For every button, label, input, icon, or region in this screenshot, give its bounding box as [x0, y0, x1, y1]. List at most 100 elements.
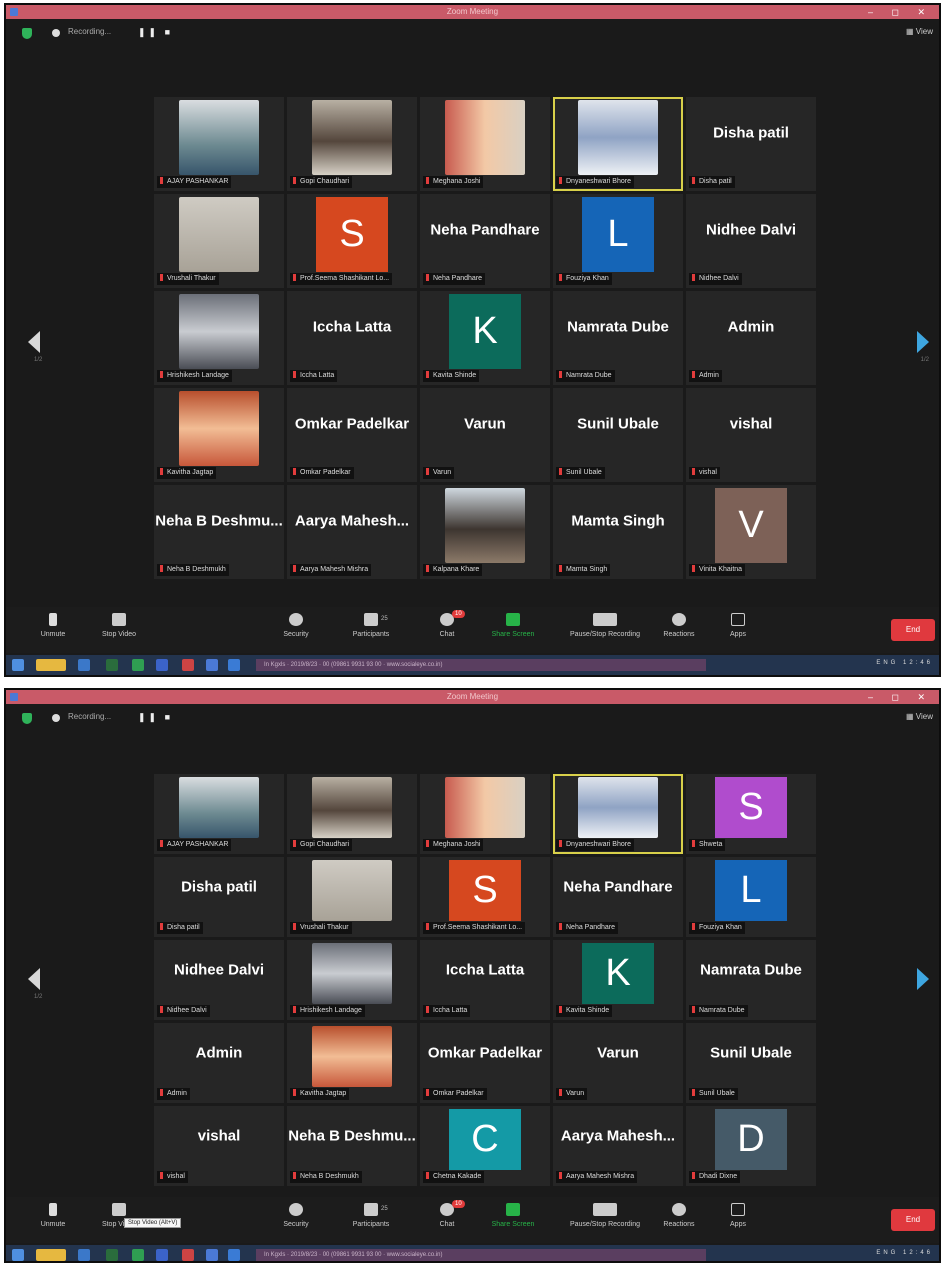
end-meeting-button[interactable]: End — [891, 619, 935, 641]
participant-tile[interactable]: Gopi Chaudhari — [287, 774, 417, 854]
participant-tile[interactable]: S Shweta — [686, 774, 816, 854]
participant-tile[interactable]: Neha Pandhare Neha Pandhare — [420, 194, 550, 288]
window-controls[interactable]: – ◻ ✕ — [868, 5, 933, 19]
participant-tile[interactable]: Nidhee Dalvi Nidhee Dalvi — [154, 940, 284, 1020]
next-page-arrow-icon[interactable] — [917, 968, 929, 990]
file-explorer-icon[interactable] — [36, 1249, 66, 1261]
participant-tile[interactable]: K Kavita Shinde — [553, 940, 683, 1020]
browser-icon[interactable] — [78, 1249, 90, 1261]
shield-icon[interactable] — [22, 713, 32, 724]
participant-tile[interactable]: C Chetna Kakade — [420, 1106, 550, 1186]
window-controls[interactable]: – ◻ ✕ — [868, 690, 933, 704]
participant-tile[interactable]: Varun Varun — [420, 388, 550, 482]
participant-tile[interactable]: Admin Admin — [154, 1023, 284, 1103]
share-screen-button[interactable]: Share Screen — [478, 613, 548, 638]
excel-icon[interactable] — [132, 659, 144, 671]
participant-tile[interactable]: Hrishikesh Landage — [287, 940, 417, 1020]
zoom-taskbar-icon[interactable] — [206, 659, 218, 671]
stop-video-button[interactable]: Stop Video — [84, 613, 154, 638]
participant-tile[interactable]: Kavitha Jagtap — [287, 1023, 417, 1103]
participant-tile[interactable]: Namrata Dube Namrata Dube — [686, 940, 816, 1020]
taskbar-window-title[interactable]: In Kgxls · 2019/8/23 · 00 (09861 9931 93… — [256, 659, 706, 671]
file-explorer-icon[interactable] — [36, 659, 66, 671]
participant-tile[interactable]: D Dhadi Dixne — [686, 1106, 816, 1186]
participant-tile[interactable]: Sunil Ubale Sunil Ubale — [686, 1023, 816, 1103]
system-tray-clock[interactable]: ENG 12:46 — [876, 1250, 933, 1256]
end-meeting-button[interactable]: End — [891, 1209, 935, 1231]
taskbar-window-title[interactable]: In Kgxls · 2019/8/23 · 00 (09861 9931 93… — [256, 1249, 706, 1261]
participant-tile[interactable]: Mamta Singh Mamta Singh — [553, 485, 683, 579]
app-icon[interactable] — [106, 659, 118, 671]
unmute-button[interactable]: Unmute — [18, 613, 88, 638]
participant-tile[interactable]: Vrushali Thakur — [154, 194, 284, 288]
participant-tile[interactable]: AJAY PASHANKAR — [154, 774, 284, 854]
word-doc-icon[interactable] — [228, 1249, 240, 1261]
participants-button[interactable]: 25 Participants — [336, 1203, 406, 1228]
participant-tile[interactable]: K Kavita Shinde — [420, 291, 550, 385]
word-doc-icon[interactable] — [228, 659, 240, 671]
excel-icon[interactable] — [132, 1249, 144, 1261]
chat-button[interactable]: 10 Chat — [412, 1200, 482, 1228]
participant-tile[interactable]: L Fouziya Khan — [553, 194, 683, 288]
participant-tile[interactable]: S Prof.Seema Shashikant Lo... — [287, 194, 417, 288]
app-icon[interactable] — [106, 1249, 118, 1261]
view-button[interactable]: ▦ View — [906, 27, 933, 36]
word-icon[interactable] — [156, 659, 168, 671]
previous-page-arrow-icon[interactable] — [28, 968, 40, 990]
participant-tile[interactable]: Omkar Padelkar Omkar Padelkar — [420, 1023, 550, 1103]
participant-tile[interactable]: Dnyaneshwari Bhore — [553, 97, 683, 191]
participant-tile[interactable]: Nidhee Dalvi Nidhee Dalvi — [686, 194, 816, 288]
participant-tile[interactable]: Varun Varun — [553, 1023, 683, 1103]
participant-tile[interactable]: vishal vishal — [154, 1106, 284, 1186]
apps-button[interactable]: Apps — [703, 1203, 773, 1228]
pause-stop-recording-button[interactable]: Pause/Stop Recording — [562, 613, 648, 638]
share-screen-button[interactable]: Share Screen — [478, 1203, 548, 1228]
powerpoint-icon[interactable] — [182, 1249, 194, 1261]
participant-tile[interactable]: Vrushali Thakur — [287, 857, 417, 937]
participant-tile[interactable]: L Fouziya Khan — [686, 857, 816, 937]
view-button[interactable]: ▦ View — [906, 712, 933, 721]
participants-button[interactable]: 25 Participants — [336, 613, 406, 638]
powerpoint-icon[interactable] — [182, 659, 194, 671]
chat-button[interactable]: 10 Chat — [412, 610, 482, 638]
browser-icon[interactable] — [78, 659, 90, 671]
participant-tile[interactable]: Meghana Joshi — [420, 774, 550, 854]
participant-tile[interactable]: vishal vishal — [686, 388, 816, 482]
next-page-arrow-icon[interactable] — [917, 331, 929, 353]
participant-tile[interactable]: Iccha Latta Iccha Latta — [420, 940, 550, 1020]
participant-tile[interactable]: Hrishikesh Landage — [154, 291, 284, 385]
participant-tile[interactable]: Disha patil Disha patil — [154, 857, 284, 937]
security-button[interactable]: Security — [261, 613, 331, 638]
shield-icon[interactable] — [22, 28, 32, 39]
recording-controls[interactable]: ❚❚ ■ — [138, 712, 173, 723]
participant-tile[interactable]: Dnyaneshwari Bhore — [553, 774, 683, 854]
participant-tile[interactable]: Iccha Latta Iccha Latta — [287, 291, 417, 385]
participant-tile[interactable]: Kavitha Jagtap — [154, 388, 284, 482]
unmute-button[interactable]: Unmute — [18, 1203, 88, 1228]
pause-stop-recording-button[interactable]: Pause/Stop Recording — [562, 1203, 648, 1228]
zoom-taskbar-icon[interactable] — [206, 1249, 218, 1261]
participant-tile[interactable]: Namrata Dube Namrata Dube — [553, 291, 683, 385]
apps-button[interactable]: Apps — [703, 613, 773, 638]
participant-tile[interactable]: Meghana Joshi — [420, 97, 550, 191]
system-tray-clock[interactable]: ENG 12:46 — [876, 660, 933, 666]
participant-tile[interactable]: V Vinita Khaitna — [686, 485, 816, 579]
participant-tile[interactable]: Neha B Deshmu... Neha B Deshmukh — [154, 485, 284, 579]
participant-tile[interactable]: Neha B Deshmu... Neha B Deshmukh — [287, 1106, 417, 1186]
word-icon[interactable] — [156, 1249, 168, 1261]
windows-start-icon[interactable] — [12, 659, 24, 671]
participant-tile[interactable]: Gopi Chaudhari — [287, 97, 417, 191]
participant-tile[interactable]: S Prof.Seema Shashikant Lo... — [420, 857, 550, 937]
windows-start-icon[interactable] — [12, 1249, 24, 1261]
participant-tile[interactable]: Disha patil Disha patil — [686, 97, 816, 191]
participant-tile[interactable]: Aarya Mahesh... Aarya Mahesh Mishra — [553, 1106, 683, 1186]
previous-page-arrow-icon[interactable] — [28, 331, 40, 353]
participant-tile[interactable]: Kalpana Khare — [420, 485, 550, 579]
participant-tile[interactable]: AJAY PASHANKAR — [154, 97, 284, 191]
security-button[interactable]: Security — [261, 1203, 331, 1228]
participant-tile[interactable]: Omkar Padelkar Omkar Padelkar — [287, 388, 417, 482]
participant-tile[interactable]: Admin Admin — [686, 291, 816, 385]
participant-tile[interactable]: Aarya Mahesh... Aarya Mahesh Mishra — [287, 485, 417, 579]
participant-tile[interactable]: Sunil Ubale Sunil Ubale — [553, 388, 683, 482]
recording-controls[interactable]: ❚❚ ■ — [138, 27, 173, 38]
